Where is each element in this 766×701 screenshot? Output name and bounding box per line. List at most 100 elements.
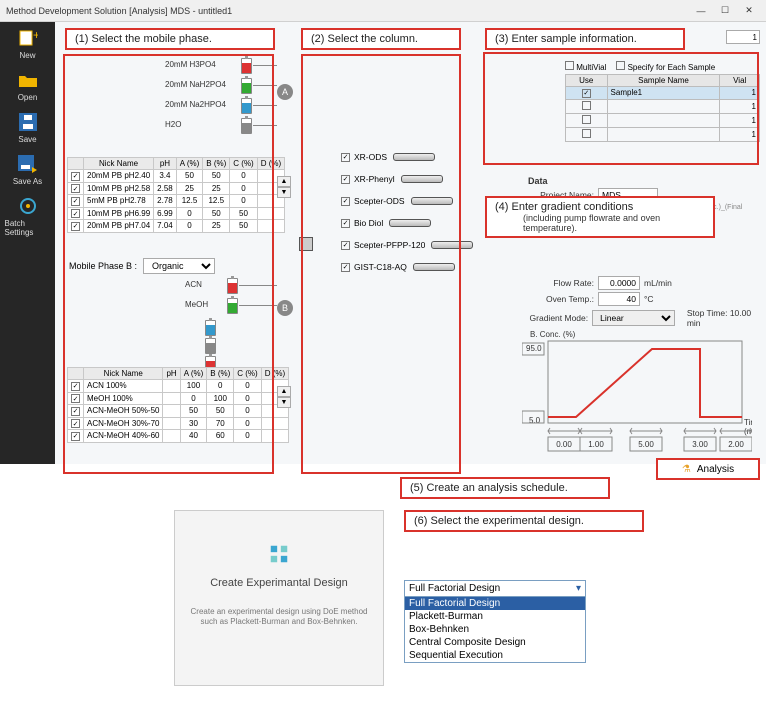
row-checkbox[interactable]	[71, 172, 80, 181]
column-bar-icon	[389, 219, 431, 227]
column-list: XR-ODS XR-Phenyl Scepter-ODS Bio Diol Sc…	[341, 152, 473, 272]
bottle-icon	[241, 58, 252, 74]
sample-row[interactable]: Sample11	[566, 87, 760, 100]
analysis-button[interactable]: ⚗ Analysis	[656, 458, 760, 480]
row-checkbox[interactable]	[71, 407, 80, 416]
svg-text:95.0: 95.0	[526, 344, 542, 353]
column-item[interactable]: Scepter-PFPP-120	[341, 240, 473, 250]
design-option[interactable]: Plackett-Burman	[405, 610, 585, 623]
table-row[interactable]: ACN-MeOH 30%-7030700	[68, 417, 289, 430]
mp-b-label: ACN	[185, 280, 202, 289]
table-a-down-button[interactable]: ▼	[277, 187, 291, 198]
table-row[interactable]: 20mM PB pH2.403.450500	[68, 170, 285, 183]
column-bar-icon	[411, 197, 453, 205]
column-item[interactable]: Bio Diol	[341, 218, 473, 228]
column-bar-icon	[393, 153, 435, 161]
svg-text:3.00: 3.00	[692, 440, 708, 449]
sidebar-item-new[interactable]: +New	[5, 28, 51, 60]
create-doe-panel[interactable]: Create Experimantal Design Create an exp…	[174, 510, 384, 686]
column-checkbox[interactable]	[341, 241, 350, 250]
mp-a-label: 20mM H3PO4	[165, 60, 216, 69]
design-dropdown[interactable]: Full Factorial Design ▾ Full Factorial D…	[404, 580, 586, 663]
design-option[interactable]: Central Composite Design	[405, 636, 585, 649]
multivial-checkbox[interactable]: MultiVial	[565, 61, 606, 72]
design-option[interactable]: Box-Behnken	[405, 623, 585, 636]
sample-use-checkbox[interactable]	[582, 115, 591, 124]
design-dropdown-selected[interactable]: Full Factorial Design ▾	[405, 581, 585, 597]
row-checkbox[interactable]	[71, 382, 80, 391]
flow-rate-input[interactable]	[598, 276, 640, 290]
column-item[interactable]: GIST-C18-AQ	[341, 262, 473, 272]
oven-temp-input[interactable]	[598, 292, 640, 306]
column-item[interactable]: Scepter-ODS	[341, 196, 473, 206]
design-option[interactable]: Full Factorial Design	[405, 597, 585, 610]
column-checkbox[interactable]	[341, 219, 350, 228]
new-icon: +	[15, 28, 41, 48]
sidebar-item-batch-settings[interactable]: Batch Settings	[5, 196, 51, 237]
bottle-icon	[205, 320, 216, 336]
table-row[interactable]: 5mM PB pH2.782.7812.512.50	[68, 195, 285, 208]
table-mobile-phase-b[interactable]: Nick NamepHA (%)B (%)C (%)D (%)ACN 100%1…	[67, 367, 289, 443]
sample-table[interactable]: UseSample NameVial Sample11 1 1 1	[565, 74, 760, 142]
sidebar-item-open[interactable]: Open	[5, 70, 51, 102]
row-checkbox[interactable]	[71, 222, 80, 231]
table-b-down-button[interactable]: ▼	[277, 397, 291, 408]
window-controls: — ☐ ✕	[690, 3, 760, 19]
row-checkbox[interactable]	[71, 394, 80, 403]
sample-use-checkbox[interactable]	[582, 89, 591, 98]
sidebar-item-save-as[interactable]: Save As	[5, 154, 51, 186]
app-title: Method Development Solution [Analysis] M…	[6, 6, 232, 16]
svg-text:5.0: 5.0	[529, 416, 541, 425]
column-item[interactable]: XR-ODS	[341, 152, 473, 162]
row-checkbox[interactable]	[71, 197, 80, 206]
sample-use-checkbox[interactable]	[582, 101, 591, 110]
batch-icon	[15, 196, 41, 216]
column-checkbox[interactable]	[341, 263, 350, 272]
column-switch-icon	[299, 237, 313, 251]
mobile-phase-b-select[interactable]: Organic	[143, 258, 215, 274]
table-row[interactable]: ACN 100%10000	[68, 380, 289, 393]
svg-text:+: +	[33, 29, 38, 42]
column-bar-icon	[413, 263, 455, 271]
gradient-chart: B. Conc. (%) 95.0 5.0 Time (min) 0.00 1.…	[522, 327, 752, 457]
row-checkbox[interactable]	[71, 432, 80, 441]
table-row[interactable]: MeOH 100%01000	[68, 392, 289, 405]
injection-volume-input[interactable]	[726, 30, 760, 44]
sample-area: MultiVial Specify for Each Sample UseSam…	[565, 59, 760, 142]
table-row[interactable]: 20mM PB pH7.047.0402550	[68, 220, 285, 233]
mp-a-label: 20mM NaH2PO4	[165, 80, 226, 89]
row-checkbox[interactable]	[71, 184, 80, 193]
mobile-phase-b-label: Mobile Phase B :	[69, 261, 137, 271]
column-checkbox[interactable]	[341, 175, 350, 184]
table-mobile-phase-a[interactable]: Nick NamepHA (%)B (%)C (%)D (%)20mM PB p…	[67, 157, 285, 233]
design-option[interactable]: Sequential Execution	[405, 649, 585, 662]
minimize-button[interactable]: —	[690, 3, 712, 19]
gradient-mode-select[interactable]: Linear	[592, 310, 675, 326]
chart-title: B. Conc. (%)	[530, 330, 576, 339]
callout-1: (1) Select the mobile phase.	[65, 28, 275, 50]
sample-row[interactable]: 1	[566, 113, 760, 127]
column-checkbox[interactable]	[341, 197, 350, 206]
table-row[interactable]: 10mM PB pH6.996.9905050	[68, 207, 285, 220]
column-bar-icon	[431, 241, 473, 249]
table-a-up-button[interactable]: ▲	[277, 176, 291, 187]
column-checkbox[interactable]	[341, 153, 350, 162]
specify-each-checkbox[interactable]: Specify for Each Sample	[616, 61, 715, 72]
sample-row[interactable]: 1	[566, 127, 760, 141]
maximize-button[interactable]: ☐	[714, 3, 736, 19]
mp-b-label: MeOH	[185, 300, 208, 309]
row-checkbox[interactable]	[71, 209, 80, 218]
mp-a-label: 20mM Na2HPO4	[165, 100, 226, 109]
column-item[interactable]: XR-Phenyl	[341, 174, 473, 184]
sample-row[interactable]: 1	[566, 99, 760, 113]
mobile-phase-b-row: Mobile Phase B : Organic	[69, 258, 215, 274]
callout-6: (6) Select the experimental design.	[404, 510, 644, 532]
sample-use-checkbox[interactable]	[582, 129, 591, 138]
close-button[interactable]: ✕	[738, 3, 760, 19]
table-row[interactable]: ACN-MeOH 40%-6040600	[68, 430, 289, 443]
row-checkbox[interactable]	[71, 419, 80, 428]
table-b-up-button[interactable]: ▲	[277, 386, 291, 397]
table-row[interactable]: ACN-MeOH 50%-5050500	[68, 405, 289, 418]
table-row[interactable]: 10mM PB pH2.582.5825250	[68, 182, 285, 195]
sidebar-item-save[interactable]: Save	[5, 112, 51, 144]
